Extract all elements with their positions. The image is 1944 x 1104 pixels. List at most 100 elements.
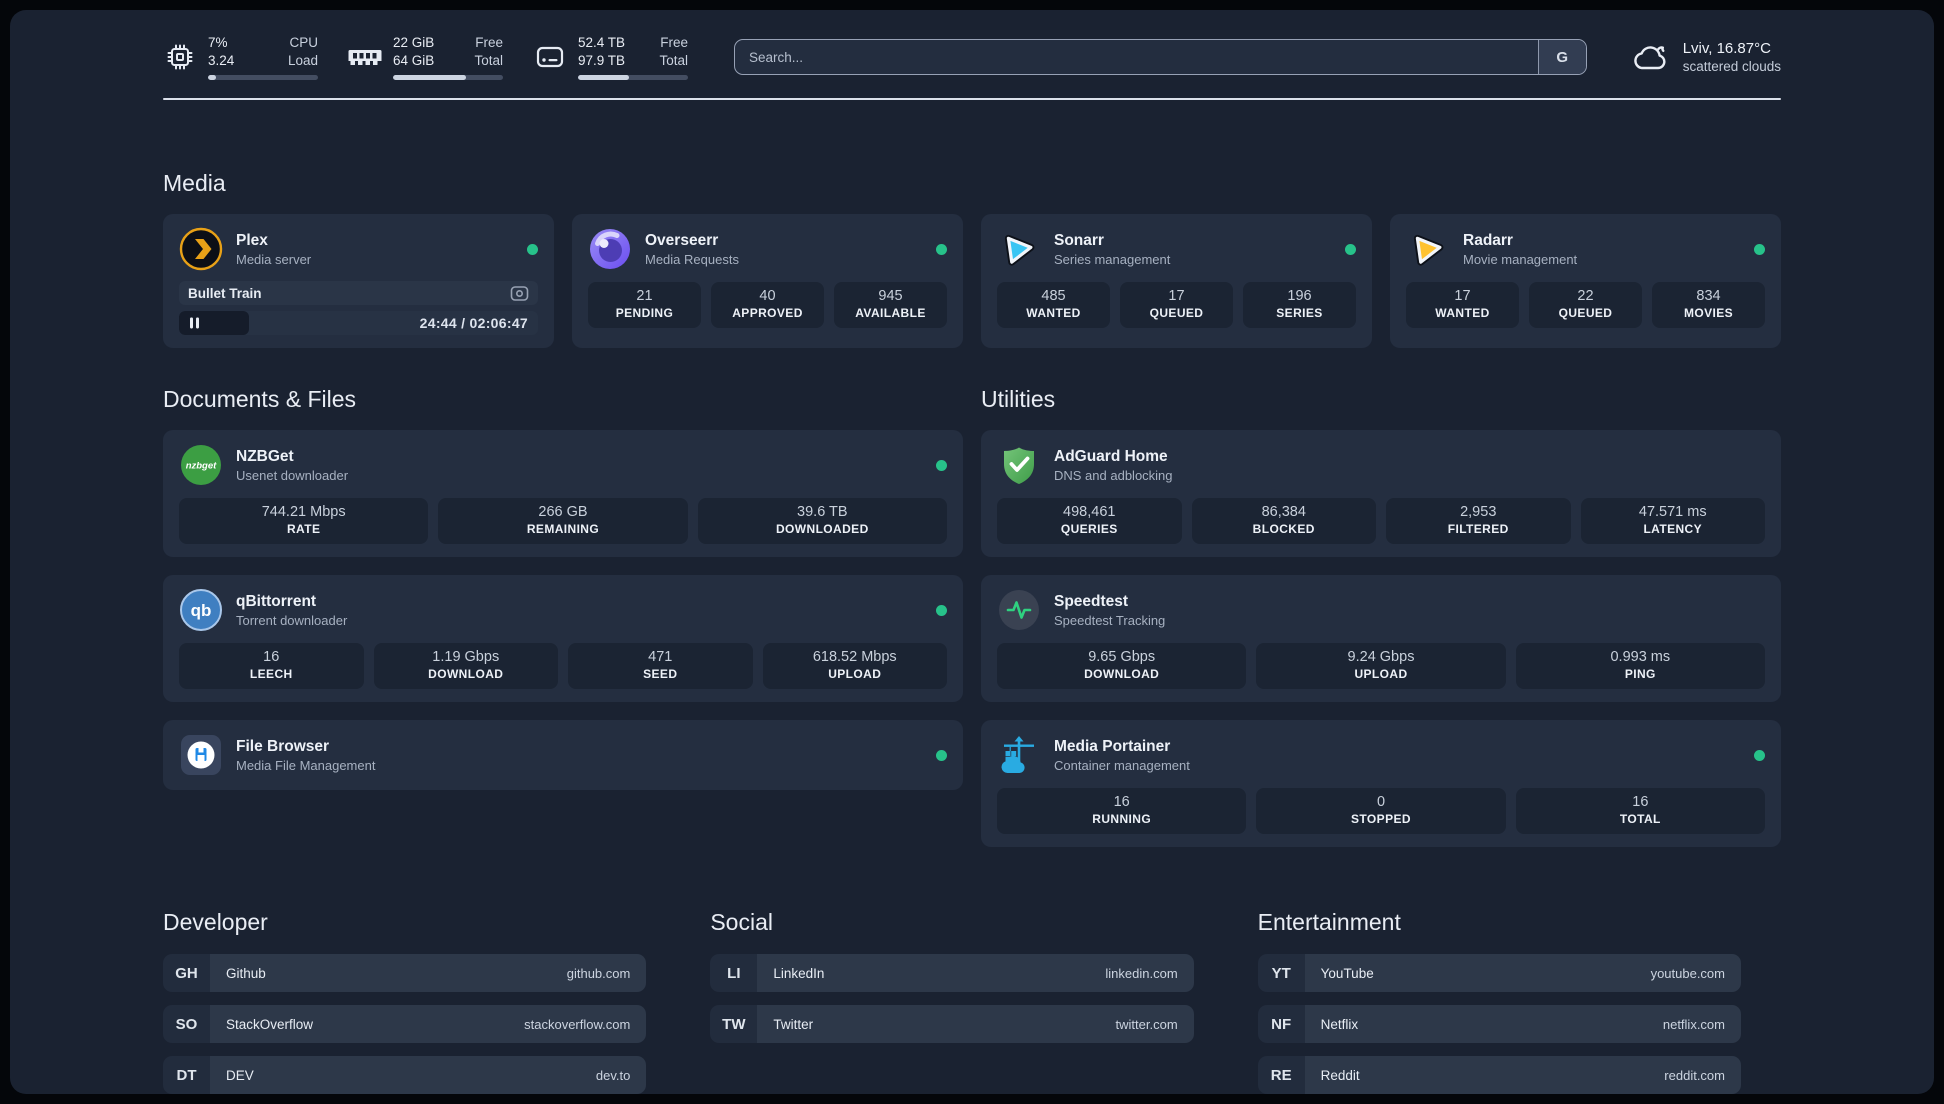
stat-value: 0.993 ms [1610, 649, 1671, 666]
status-dot [936, 604, 947, 616]
now-playing-title: Bullet Train [188, 285, 262, 301]
stat-value: 16 [263, 649, 280, 666]
stat-value: 266 GB [538, 504, 588, 521]
filebrowser-icon [179, 733, 223, 777]
search-engine-button[interactable]: G [1537, 40, 1586, 75]
app-name: Radarr [1463, 231, 1513, 249]
search-input[interactable] [735, 40, 1538, 75]
link-row-reddit[interactable]: RE Reddit reddit.com [1257, 1056, 1741, 1094]
stat-label: SEED [643, 667, 678, 682]
stat-tile: 16 RUNNING [997, 788, 1247, 835]
stat-tile: 618.52 Mbps UPLOAD [762, 643, 947, 690]
stat-value: 21 [636, 288, 653, 305]
section-title-media: Media [163, 170, 226, 197]
storage-free-value: 52.4 TB [578, 35, 626, 50]
app-card-nzbget[interactable]: nzbget NZBGet Usenet downloader 744.21 M… [163, 430, 963, 558]
app-card-speedtest[interactable]: Speedtest Speedtest Tracking 9.65 Gbps D… [981, 575, 1781, 703]
stat-label: LEECH [249, 667, 293, 682]
app-name: Plex [236, 231, 268, 249]
stat-tile: 498,461 QUERIES [997, 498, 1182, 545]
link-row-netflix[interactable]: NF Netflix netflix.com [1257, 1005, 1741, 1044]
app-card-qbittorrent[interactable]: qb qBittorrent Torrent downloader 16 LEE… [163, 575, 963, 703]
stat-value: 471 [648, 649, 673, 666]
link-name: Github [226, 965, 266, 981]
stat-tile: 0 STOPPED [1256, 788, 1506, 835]
now-playing-row: Bullet Train [179, 281, 538, 306]
header-divider [163, 98, 1781, 101]
top-bar: 7% 3.24 CPU Load 22 GiB 64 GiB Free Tota… [163, 34, 1781, 81]
search-bar[interactable]: G [734, 39, 1587, 76]
stat-label: DOWNLOADED [775, 522, 869, 537]
stat-tile: 266 GB REMAINING [438, 498, 688, 545]
weather-widget: Lviv, 16.87°C scattered clouds [1629, 40, 1781, 74]
portainer-icon [997, 733, 1041, 777]
link-url: github.com [566, 965, 631, 981]
app-desc: Container management [1054, 758, 1190, 774]
cpu-load-value: 3.24 [208, 52, 235, 68]
link-name: StackOverflow [226, 1016, 314, 1032]
stat-value: 47.571 ms [1638, 504, 1707, 521]
link-row-dev[interactable]: DT DEV dev.to [163, 1056, 647, 1094]
memory-icon [348, 44, 382, 70]
link-row-twitter[interactable]: TW Twitter twitter.com [710, 1005, 1194, 1044]
app-card-radarr[interactable]: Radarr Movie management 17 WANTED 22 QUE… [1390, 214, 1781, 349]
app-desc: Torrent downloader [236, 613, 348, 629]
screen-cast-icon[interactable] [510, 285, 529, 302]
link-name: Reddit [1320, 1067, 1360, 1083]
app-desc: Media server [236, 252, 312, 268]
link-name: YouTube [1320, 965, 1374, 981]
link-row-linkedin[interactable]: LI LinkedIn linkedin.com [710, 954, 1194, 993]
link-row-github[interactable]: GH Github github.com [163, 954, 647, 993]
link-name: Twitter [773, 1016, 814, 1032]
dashboard-page: 7% 3.24 CPU Load 22 GiB 64 GiB Free Tota… [10, 10, 1934, 1094]
link-abbr: NF [1257, 1005, 1305, 1044]
radarr-icon [1406, 227, 1450, 271]
stat-tile: 485 WANTED [997, 282, 1110, 329]
section-title-developer: Developer [163, 909, 268, 936]
stat-value: 196 [1287, 288, 1312, 305]
link-url: youtube.com [1650, 965, 1725, 981]
app-desc: Media File Management [236, 758, 376, 774]
stat-label: UPLOAD [1354, 667, 1408, 682]
stat-value: 0 [1376, 794, 1386, 811]
memory-progress-bar [393, 75, 503, 81]
section-title-social: Social [710, 909, 773, 936]
stat-value: 9.24 Gbps [1347, 649, 1415, 666]
link-row-youtube[interactable]: YT YouTube youtube.com [1257, 954, 1741, 993]
speedtest-icon [997, 588, 1041, 632]
app-card-portainer[interactable]: Media Portainer Container management 16 … [981, 720, 1781, 848]
stat-value: 40 [759, 288, 776, 305]
storage-total-value: 97.9 TB [578, 52, 626, 68]
app-desc: Speedtest Tracking [1054, 613, 1166, 629]
link-name: LinkedIn [773, 965, 825, 981]
status-dot [1345, 243, 1356, 255]
app-card-overseerr[interactable]: Overseerr Media Requests 21 PENDING 40 A… [572, 214, 963, 349]
storage-progress-bar [578, 75, 688, 81]
storage-free-label: Free [660, 35, 688, 50]
app-desc: DNS and adblocking [1054, 468, 1173, 484]
app-card-sonarr[interactable]: Sonarr Series management 485 WANTED 17 Q… [981, 214, 1372, 349]
stat-value: 16 [1113, 794, 1130, 811]
app-card-adguard[interactable]: AdGuard Home DNS and adblocking 498,461 … [981, 430, 1781, 558]
stat-tile: 86,384 BLOCKED [1191, 498, 1376, 545]
link-name: DEV [226, 1067, 254, 1083]
section-utilities: Utilities AdGuard Home DNS and adblockin… [981, 386, 1781, 848]
stat-tile: 744.21 Mbps RATE [179, 498, 429, 545]
section-documents: Documents & Files nzbget NZBGet Usenet d… [163, 386, 963, 791]
stat-value: 17 [1168, 288, 1185, 305]
status-dot [1754, 749, 1765, 761]
pause-icon[interactable] [189, 317, 200, 329]
stat-tile: 834 MOVIES [1652, 282, 1765, 329]
link-abbr: LI [710, 954, 758, 993]
cpu-load-label: Load [287, 52, 318, 68]
app-card-filebrowser[interactable]: File Browser Media File Management [163, 720, 963, 791]
stat-tile: 47.571 ms LATENCY [1580, 498, 1765, 545]
section-title-documents: Documents & Files [163, 386, 357, 413]
app-card-plex[interactable]: Plex Media server Bullet Train 24:44 / 0… [163, 214, 554, 349]
status-dot [936, 243, 947, 255]
disk-icon [533, 43, 567, 71]
link-abbr: RE [1257, 1056, 1305, 1094]
playback-time: 24:44 / 02:06:47 [419, 315, 528, 332]
link-row-stackoverflow[interactable]: SO StackOverflow stackoverflow.com [163, 1005, 647, 1044]
app-name: qBittorrent [236, 592, 317, 610]
